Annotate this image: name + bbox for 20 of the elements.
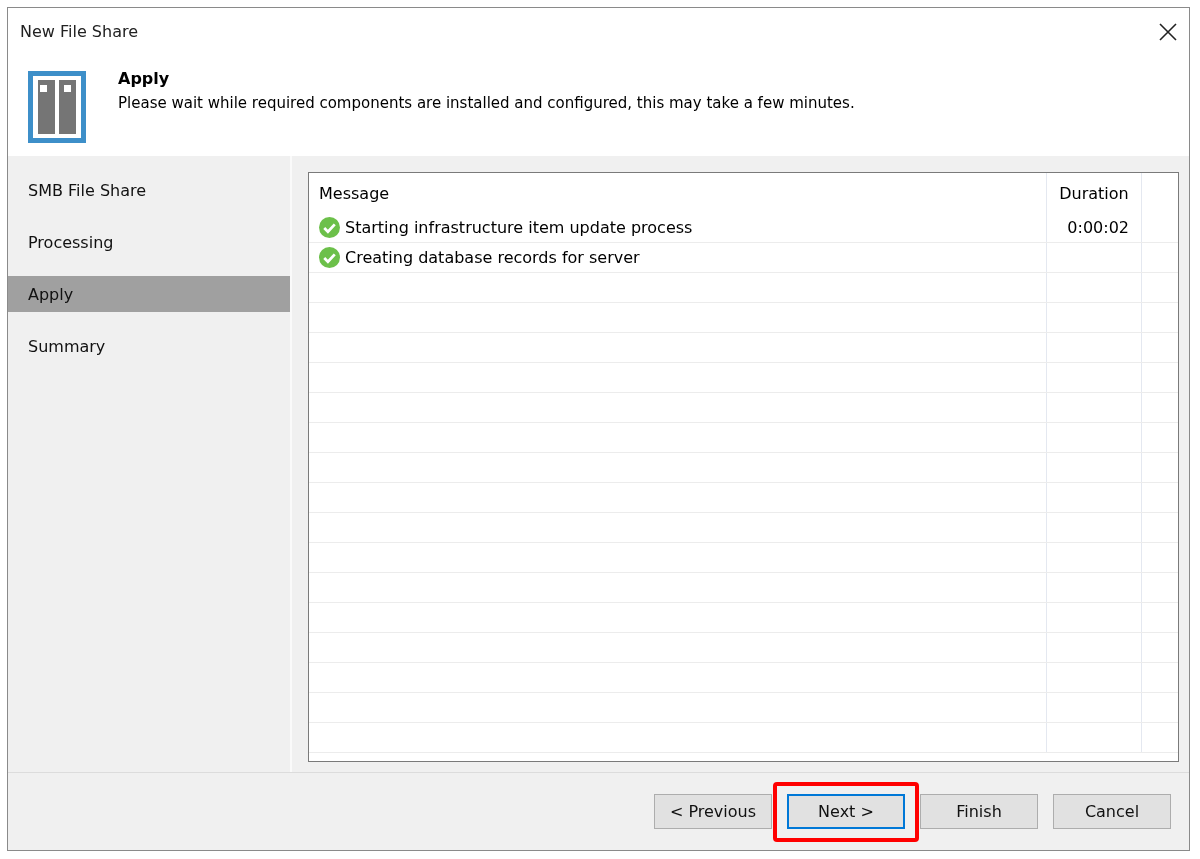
wizard-button[interactable]: Finish [920,794,1038,829]
duration-cell: 0:00:02 [1067,218,1129,237]
step-title: Apply [118,69,171,88]
window-title: New File Share [20,22,138,41]
step-item[interactable]: Apply [8,276,290,312]
success-check-icon [319,217,340,238]
wizard-button[interactable]: Next > [787,794,905,829]
wizard-button[interactable]: Cancel [1053,794,1171,829]
step-item[interactable]: SMB File Share [8,172,290,208]
step-item[interactable]: Summary [8,328,290,364]
step-description: Please wait while required components are installed and configured, this may take a few minutes. [118,94,855,112]
message-cell: Creating database records for server [345,248,640,267]
file-share-icon [28,71,86,143]
step-item[interactable]: Processing [8,224,290,260]
message-cell: Starting infrastructure item update process [345,218,693,237]
success-check-icon [319,247,340,268]
column-header: Message [318,182,391,205]
wizard-button[interactable]: < Previous [654,794,772,829]
column-header: Duration [1046,173,1141,213]
close-icon[interactable] [1157,20,1179,43]
